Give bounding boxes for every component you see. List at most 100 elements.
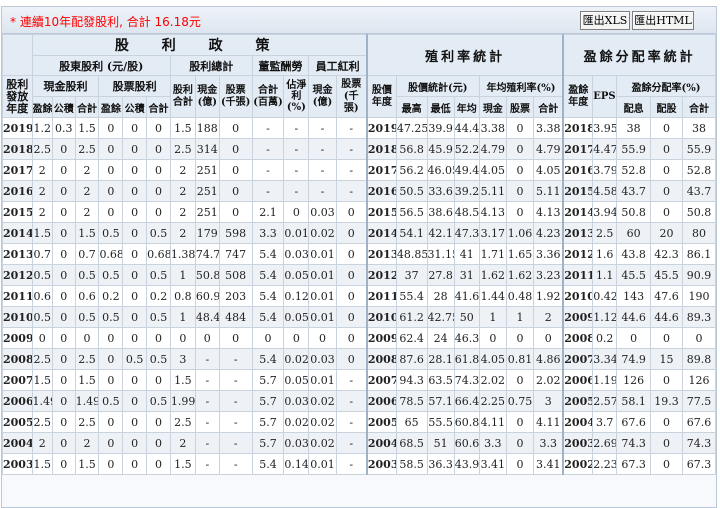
table-cell: 0 xyxy=(616,327,652,349)
table-cell: 50.5 xyxy=(395,180,428,202)
header-employee: 員工紅利 xyxy=(308,55,368,76)
table-cell: 1.99 xyxy=(169,390,196,412)
table-cell: 0 xyxy=(122,138,148,160)
table-cell: 1.19 xyxy=(592,369,618,391)
table-cell: 0 xyxy=(283,201,310,223)
table-cell: 2013 xyxy=(365,243,397,265)
table-cell: - xyxy=(194,432,220,454)
table-cell: 2019 xyxy=(2,117,33,139)
table-cell: 0 xyxy=(122,327,148,349)
table-cell: 0 xyxy=(146,117,171,139)
table-cell: 77.5 xyxy=(681,390,716,412)
table-cell: 4.79 xyxy=(533,138,564,160)
table-cell: 0 xyxy=(533,327,564,349)
table-cell: 1.38 xyxy=(169,243,196,265)
table-cell: 0.12 xyxy=(283,285,310,307)
table-cell: - xyxy=(308,159,337,181)
table-cell: 1 xyxy=(505,306,535,328)
table-cell: 50 xyxy=(453,306,480,328)
table-cell: 4.05 xyxy=(533,159,564,181)
export-xls-button[interactable]: 匯出XLS xyxy=(580,11,630,30)
table-cell: 2003 xyxy=(365,453,397,475)
header-emp-cash: 現金(億) xyxy=(308,75,337,118)
table-cell: 67.6 xyxy=(616,411,652,433)
table-cell: 2.02 xyxy=(478,369,507,391)
table-cell: 2.23 xyxy=(592,453,618,475)
header-cash-e: 現金(億) xyxy=(194,75,220,118)
table-cell: 0 xyxy=(218,327,253,349)
table-cell: 0 xyxy=(335,285,368,307)
table-row: 20061.4901.490.500.51.99--5.70.030.02-20… xyxy=(2,390,716,412)
table-cell: 43.7 xyxy=(681,180,716,202)
table-cell: 2006 xyxy=(2,390,33,412)
table-cell: 0 xyxy=(146,432,171,454)
table-cell: 2014 xyxy=(365,222,397,244)
table-cell: 90.9 xyxy=(681,264,716,286)
table-cell: 0 xyxy=(650,180,683,202)
table-row: 2019 1.2 0.3 1.5 0 0 0 1.5 188 0- - - -2019 47.25 39.9… xyxy=(2,117,716,139)
table-cell: 5.4 xyxy=(251,285,285,307)
table-cell: 0.5 xyxy=(98,306,124,328)
table-cell: 78.5 xyxy=(395,390,428,412)
table-cell: 5.4 xyxy=(251,306,285,328)
table-cell: 2016 xyxy=(2,180,33,202)
header-div-total: 股利總計 xyxy=(169,55,253,76)
table-cell: 28.1 xyxy=(426,348,455,370)
header-board-ratio: 佔淨利(%) xyxy=(283,75,310,118)
table-cell: 27.8 xyxy=(426,264,455,286)
table-cell: 2010 xyxy=(365,306,397,328)
table-cell: 0.02 xyxy=(308,222,337,244)
table-cell: 2009 xyxy=(562,306,594,328)
table-cell: 20 xyxy=(650,222,683,244)
table-cell: 2013 xyxy=(2,243,33,265)
table-cell: 2 xyxy=(74,159,100,181)
table-cell: 0 xyxy=(146,411,171,433)
table-cell: 44.6 xyxy=(650,306,683,328)
table-cell: 0 xyxy=(146,201,171,223)
table-cell: 2004 xyxy=(562,411,594,433)
table-cell: 2014 xyxy=(562,201,594,223)
table-cell: - xyxy=(218,411,253,433)
header-payout-rate: 盈餘分配率(%) xyxy=(616,75,716,97)
table-cell: 1.12 xyxy=(592,306,618,328)
table-cell: 2 xyxy=(169,180,196,202)
table-cell: 2014 xyxy=(2,222,33,244)
table-cell: 0 xyxy=(122,222,148,244)
table-row: 2010 0.5 0 0.5 0.5 0 0.5 1 48.4 484 5.4 0.05 0.01 0 20… xyxy=(2,306,716,328)
table-cell: 0.5 xyxy=(98,264,124,286)
table-cell: - xyxy=(283,159,310,181)
table-cell: 45.5 xyxy=(616,264,652,286)
table-cell: - xyxy=(335,138,368,160)
table-cell: 0 xyxy=(122,117,148,139)
table-cell: 0.48 xyxy=(505,285,535,307)
table-cell: 2.1 xyxy=(251,201,285,223)
header-price-year: 股價年度 xyxy=(365,75,397,118)
export-html-button[interactable]: 匯出HTML xyxy=(632,11,694,30)
header-board-sum: 合計(百萬) xyxy=(251,75,285,118)
table-cell: 0.03 xyxy=(283,390,310,412)
table-cell: 0 xyxy=(146,180,171,202)
table-cell: 39.9 xyxy=(426,117,455,139)
table-row: 2004 2 0 2 0 0 0 2- -5.7 0.03 0.02-2004 68.5 51 60.6 3… xyxy=(2,432,716,454)
table-cell: 2016 xyxy=(562,159,594,181)
table-cell: 0 xyxy=(650,201,683,223)
table-cell: 2008 xyxy=(365,348,397,370)
table-cell: 94.3 xyxy=(395,369,428,391)
table-cell: 0 xyxy=(505,117,535,139)
table-cell: 55.9 xyxy=(616,138,652,160)
table-cell: 2.5 xyxy=(74,348,100,370)
table-cell: 0.03 xyxy=(308,201,337,223)
table-cell: 0 xyxy=(122,390,148,412)
table-cell: 38.6 xyxy=(426,201,455,223)
header-shareholder-div: 股東股利 (元/股) xyxy=(31,55,171,76)
table-cell: 3.79 xyxy=(592,159,618,181)
table-cell: 0 xyxy=(650,327,683,349)
table-cell: 48.5 xyxy=(453,201,480,223)
table-cell: 2.5 xyxy=(74,138,100,160)
table-row: 2013 0.7 0 0.7 0.68 0 0.68 1.38 74.7 747 5.4 0.03 0.… xyxy=(2,243,716,265)
table-cell: - xyxy=(283,138,310,160)
table-cell: 0.02 xyxy=(283,411,310,433)
table-cell: 0.5 xyxy=(98,390,124,412)
table-cell: 1.44 xyxy=(478,285,507,307)
header-low: 最低 xyxy=(426,96,455,118)
